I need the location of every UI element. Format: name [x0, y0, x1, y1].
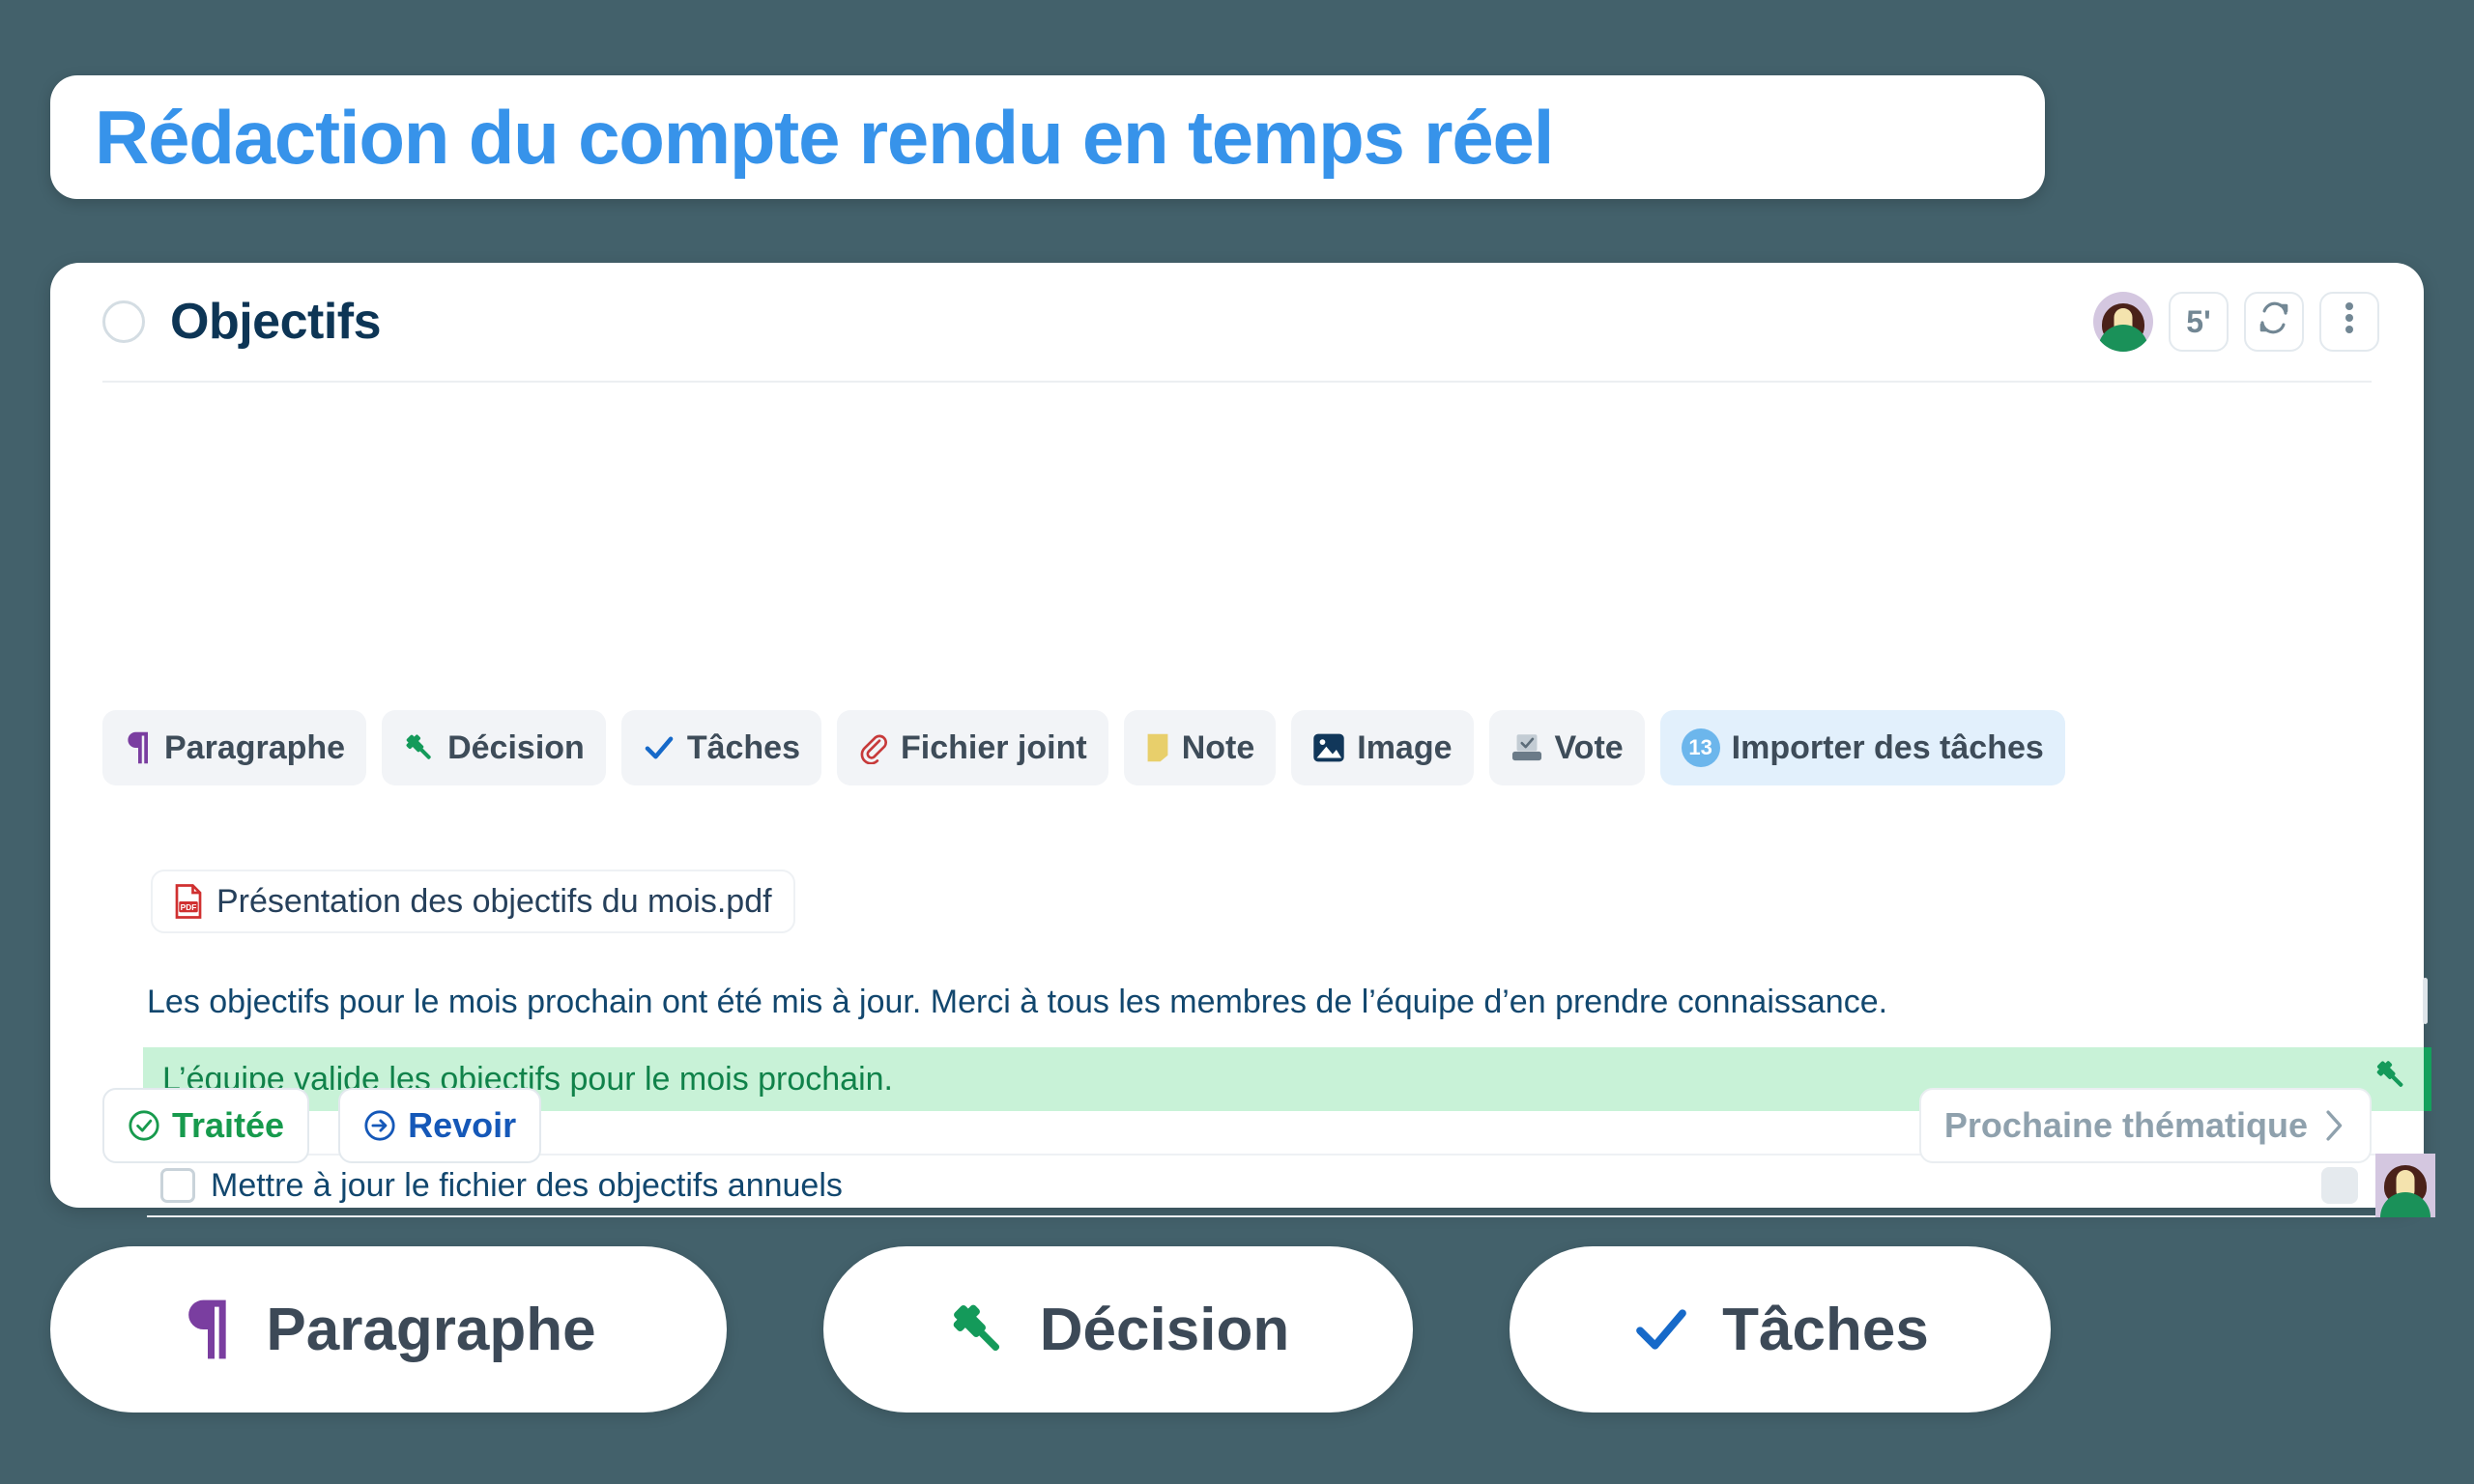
- check-icon: [1631, 1299, 1691, 1359]
- svg-text:PDF: PDF: [181, 902, 197, 912]
- pill-label: Tâches: [1722, 1296, 1929, 1363]
- ballot-box-icon: [1510, 732, 1543, 763]
- card-footer: Traitée Revoir Prochaine thématique: [50, 1043, 2424, 1208]
- attachment-file-chip[interactable]: PDF Présentation des objectifs du mois.p…: [151, 870, 795, 933]
- more-options-button[interactable]: [2319, 292, 2379, 352]
- gavel-icon: [403, 731, 436, 764]
- entry-paragraph-text: Les objectifs pour le mois prochain ont …: [147, 983, 1888, 1020]
- pill-label: Décision: [1039, 1296, 1290, 1363]
- pill-decision[interactable]: Décision: [823, 1246, 1413, 1413]
- chip-label: Paragraphe: [164, 728, 346, 766]
- chip-note[interactable]: Note: [1123, 710, 1277, 785]
- chip-label: Décision: [447, 728, 585, 766]
- topic-card: Objectifs 5' Paragraphe Décision Tâches …: [50, 263, 2435, 1217]
- chip-importer-des-taches[interactable]: 13 Importer des tâches: [1659, 710, 2065, 785]
- chip-paragraphe[interactable]: Paragraphe: [102, 710, 367, 785]
- import-badge-icon: 13: [1681, 728, 1720, 767]
- chip-label: Fichier joint: [901, 728, 1087, 766]
- timer-button[interactable]: 5': [2169, 292, 2229, 352]
- header-actions: 5': [2093, 292, 2379, 352]
- attachment-filename: Présentation des objectifs du mois.pdf: [216, 882, 772, 920]
- avatar[interactable]: [2093, 292, 2153, 352]
- chip-fichier-joint[interactable]: Fichier joint: [837, 710, 1108, 785]
- entry-paragraph[interactable]: Les objectifs pour le mois prochain ont …: [147, 974, 2428, 1030]
- pilcrow-icon: [181, 1297, 235, 1362]
- card-header: Objectifs 5': [50, 263, 2424, 381]
- page-title: Rédaction du compte rendu en temps réel: [95, 94, 1554, 180]
- revoir-label: Revoir: [408, 1105, 517, 1145]
- page-title-banner: Rédaction du compte rendu en temps réel: [50, 75, 2045, 199]
- entry-decision-edge-marker: [2424, 1047, 2431, 1111]
- chip-label: Vote: [1554, 728, 1624, 766]
- refresh-button[interactable]: [2244, 292, 2304, 352]
- chip-image[interactable]: Image: [1291, 710, 1474, 785]
- traitee-button[interactable]: Traitée: [102, 1088, 310, 1163]
- pill-paragraphe[interactable]: Paragraphe: [50, 1246, 727, 1413]
- pdf-file-icon: PDF: [174, 884, 203, 919]
- next-topic-button[interactable]: Prochaine thématique: [1918, 1088, 2372, 1163]
- pill-taches[interactable]: Tâches: [1510, 1246, 2051, 1413]
- chip-decision[interactable]: Décision: [382, 710, 606, 785]
- check-circle-icon: [128, 1109, 160, 1142]
- chip-vote[interactable]: Vote: [1488, 710, 1645, 785]
- sticky-note-icon: [1145, 731, 1170, 764]
- header-divider: [102, 381, 2372, 383]
- chip-label: Importer des tâches: [1731, 728, 2044, 766]
- chip-label: Image: [1357, 728, 1453, 766]
- paperclip-icon: [858, 731, 889, 764]
- refresh-icon: [2258, 301, 2290, 342]
- topic-status-radio[interactable]: [102, 300, 145, 343]
- arrow-right-circle-icon: [363, 1109, 396, 1142]
- gavel-icon: [947, 1298, 1009, 1360]
- entry-paragraph-edge-marker: [2423, 978, 2428, 1024]
- chip-label: Note: [1181, 728, 1255, 766]
- check-icon: [643, 731, 676, 764]
- page-title-section: Objectifs: [170, 294, 382, 350]
- traitee-label: Traitée: [172, 1105, 285, 1145]
- image-icon: [1312, 732, 1345, 763]
- revoir-button[interactable]: Revoir: [338, 1088, 542, 1163]
- more-vertical-icon: [2345, 300, 2354, 343]
- insert-toolbar: Paragraphe Décision Tâches Fichier joint…: [102, 710, 2065, 785]
- chevron-right-icon: [2323, 1108, 2346, 1143]
- bottom-action-pills: Paragraphe Décision Tâches: [50, 1246, 2051, 1413]
- pill-label: Paragraphe: [266, 1296, 596, 1363]
- pilcrow-icon: [124, 730, 153, 765]
- chip-label: Tâches: [686, 728, 800, 766]
- chip-taches[interactable]: Tâches: [620, 710, 821, 785]
- next-topic-label: Prochaine thématique: [1943, 1105, 2308, 1145]
